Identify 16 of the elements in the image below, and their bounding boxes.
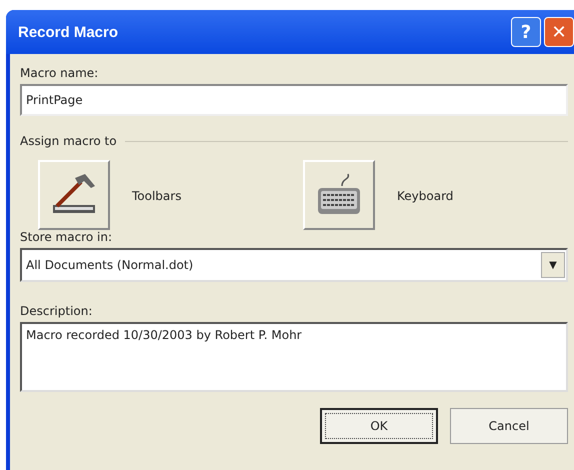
window-title: Record Macro	[18, 24, 118, 40]
cancel-button[interactable]: Cancel	[450, 408, 568, 444]
button-caption: Keyboard	[397, 189, 454, 203]
field-label: Description:	[20, 304, 94, 318]
button-caption: Toolbars	[132, 189, 182, 203]
help-button[interactable]: ?	[511, 17, 541, 47]
group-label: Assign macro to	[20, 134, 117, 148]
field-label: Store macro in:	[20, 230, 113, 244]
store-dropdown[interactable]: All Documents (Normal.dot) ▼	[20, 248, 568, 282]
macro-name-field[interactable]: PrintPage	[20, 84, 568, 116]
description-field[interactable]: Macro recorded 10/30/2003 by Robert P. Mohr	[20, 322, 568, 392]
toolbars-button[interactable]	[38, 160, 110, 230]
field-label: Macro name:	[20, 66, 100, 80]
close-button[interactable]: ✕	[544, 17, 574, 47]
ok-button[interactable]: OK	[320, 408, 438, 444]
keyboard-button[interactable]	[303, 160, 375, 230]
